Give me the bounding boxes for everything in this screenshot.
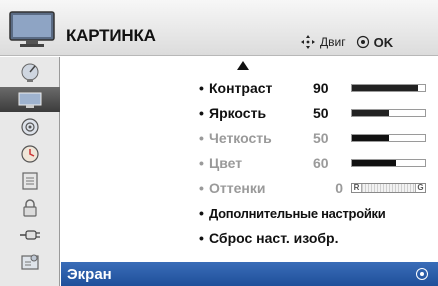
level-bar-fill — [352, 160, 396, 166]
speaker-icon — [21, 117, 39, 136]
tint-green-label: G — [415, 184, 425, 192]
menu-item-label: Оттенки — [209, 180, 266, 196]
tint-red-label: R — [352, 184, 362, 192]
move-hint-label: Двиг — [320, 35, 346, 49]
menu-item-color: • Цвет 60 — [199, 152, 426, 174]
level-bar — [351, 134, 426, 142]
ok-hint-label: OK — [373, 34, 394, 50]
lock-icon — [22, 171, 38, 190]
sidebar-item-options[interactable] — [0, 168, 60, 193]
menu-item-contrast[interactable]: • Контраст 90 — [199, 77, 426, 99]
sidebar-item-input[interactable] — [0, 222, 60, 247]
scroll-up-arrow-icon[interactable] — [237, 61, 249, 70]
menu-item-value: 60 — [313, 155, 329, 171]
menu-item-label: Дополнительные настройки — [209, 205, 386, 221]
menu-item-label: Сброс наст. изобр. — [209, 230, 339, 246]
menu-item-value: 50 — [313, 105, 329, 121]
clock-icon — [21, 144, 39, 163]
level-bar-fill — [352, 135, 389, 141]
picture-menu: • Контраст 90 • Яркость 50 • Четкость 50… — [61, 57, 438, 262]
menu-item-value: 50 — [313, 130, 329, 146]
menu-item-screen[interactable]: Экран — [61, 262, 438, 286]
menu-item-label: Четкость — [209, 130, 272, 146]
sidebar — [0, 57, 60, 286]
level-bar-fill — [352, 85, 418, 91]
sidebar-item-setup[interactable] — [0, 249, 60, 274]
menu-item-sharpness: • Четкость 50 — [199, 127, 426, 149]
tv-screen-icon — [18, 92, 42, 108]
ok-indicator-icon — [416, 268, 428, 280]
sidebar-item-satellite[interactable] — [0, 60, 60, 85]
level-bar[interactable] — [351, 84, 426, 92]
page-title: КАРТИНКА — [66, 26, 156, 45]
plug-icon — [20, 229, 40, 240]
tint-bar: R G — [351, 183, 426, 193]
menu-item-value: 0 — [335, 180, 343, 196]
ok-button-icon — [356, 35, 369, 49]
menu-item-label: Цвет — [209, 155, 243, 171]
sidebar-item-time[interactable] — [0, 141, 60, 166]
screen-label: Экран — [67, 265, 112, 283]
menu-item-label: Контраст — [209, 80, 273, 96]
satellite-dish-icon — [21, 63, 39, 82]
menu-item-tint: • Оттенки 0 R G — [199, 177, 426, 199]
level-bar-fill — [352, 110, 389, 116]
four-way-arrow-icon — [301, 35, 315, 49]
padlock-icon — [23, 198, 37, 217]
nav-hint: Двиг OK — [300, 34, 393, 50]
menu-item-reset-picture[interactable]: • Сброс наст. изобр. — [199, 227, 338, 249]
level-bar — [351, 159, 426, 167]
sidebar-item-lock[interactable] — [0, 195, 60, 220]
menu-item-advanced-settings[interactable]: • Дополнительные настройки — [199, 202, 386, 224]
settings-panel-icon — [21, 254, 39, 270]
menu-header: КАРТИНКА Двиг OK — [0, 0, 438, 56]
tv-osd-menu: КАРТИНКА Двиг OK • Контраст 90 • Яркость… — [0, 0, 438, 286]
tv-icon — [9, 11, 55, 47]
sidebar-item-picture[interactable] — [0, 87, 60, 112]
sidebar-item-audio[interactable] — [0, 114, 60, 139]
menu-item-label: Яркость — [209, 105, 267, 121]
level-bar[interactable] — [351, 109, 426, 117]
menu-item-brightness[interactable]: • Яркость 50 — [199, 102, 426, 124]
menu-item-value: 90 — [313, 80, 329, 96]
